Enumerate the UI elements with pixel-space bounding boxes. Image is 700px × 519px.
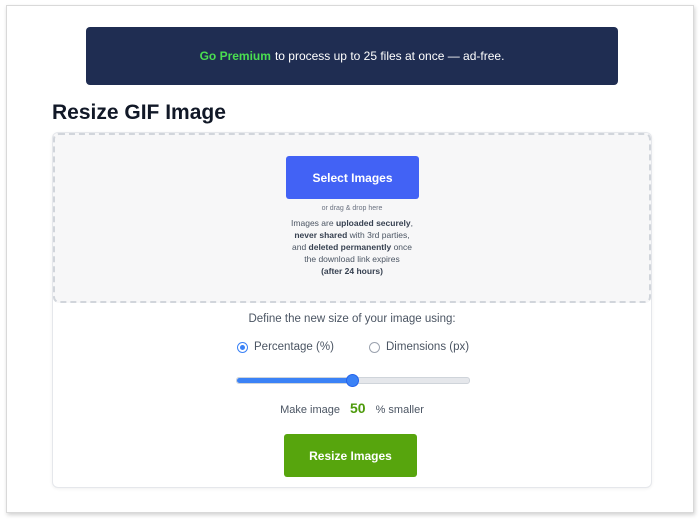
drag-drop-hint: or drag & drop here bbox=[321, 205, 383, 212]
security-note-line-3: and deleted permanently once bbox=[55, 241, 649, 253]
define-size-label: Define the new size of your image using: bbox=[248, 313, 456, 325]
percentage-slider[interactable] bbox=[236, 375, 470, 386]
select-images-button[interactable]: Select Images bbox=[286, 156, 419, 199]
security-note-line-5: (after 24 hours) bbox=[55, 265, 649, 277]
radio-percentage[interactable]: Percentage (%) bbox=[237, 339, 334, 355]
premium-banner-text: to process up to 25 files at once — ad-f… bbox=[274, 49, 505, 63]
radio-dimensions[interactable]: Dimensions (px) bbox=[369, 339, 469, 355]
radio-dimensions-indicator[interactable] bbox=[369, 341, 380, 353]
browser-frame: Go Premium to process up to 25 files at … bbox=[6, 5, 694, 513]
note-text: with 3rd parties, bbox=[347, 230, 410, 240]
slider-thumb[interactable] bbox=[347, 375, 358, 386]
page-title: Resize GIF Image bbox=[52, 101, 226, 124]
note-text: once bbox=[391, 242, 412, 252]
radio-dimensions-label: Dimensions (px) bbox=[386, 341, 470, 353]
security-note-line-1: Images are uploaded securely, bbox=[55, 217, 649, 229]
percent-value-input[interactable]: 50 bbox=[350, 400, 366, 416]
radio-percentage-label: Percentage (%) bbox=[254, 341, 334, 353]
radio-percentage-indicator[interactable] bbox=[237, 341, 248, 353]
security-note: Images are uploaded securely, never shar… bbox=[55, 217, 649, 277]
security-note-line-2: never shared with 3rd parties, bbox=[55, 229, 649, 241]
note-text: and bbox=[291, 242, 309, 252]
note-emphasis: uploaded securely bbox=[335, 218, 411, 228]
resize-tool-card: Select Images or drag & drop here Images… bbox=[52, 132, 652, 488]
note-emphasis: (after 24 hours) bbox=[321, 266, 383, 276]
make-image-label: Make image bbox=[280, 404, 341, 416]
note-emphasis: never shared bbox=[294, 230, 348, 240]
go-premium-link[interactable]: Go Premium bbox=[200, 49, 271, 63]
note-emphasis: deleted permanently bbox=[308, 242, 392, 252]
make-smaller-row: Make image 50 % smaller bbox=[53, 400, 651, 416]
security-note-line-4: the download link expires bbox=[304, 254, 400, 264]
premium-banner: Go Premium to process up to 25 files at … bbox=[86, 27, 618, 85]
percent-smaller-label: % smaller bbox=[375, 404, 424, 416]
note-text: Images are bbox=[291, 218, 336, 228]
note-text: , bbox=[410, 218, 413, 228]
upload-dropzone[interactable]: Select Images or drag & drop here Images… bbox=[53, 133, 651, 303]
slider-fill bbox=[237, 378, 353, 383]
resize-images-button[interactable]: Resize Images bbox=[284, 434, 417, 477]
